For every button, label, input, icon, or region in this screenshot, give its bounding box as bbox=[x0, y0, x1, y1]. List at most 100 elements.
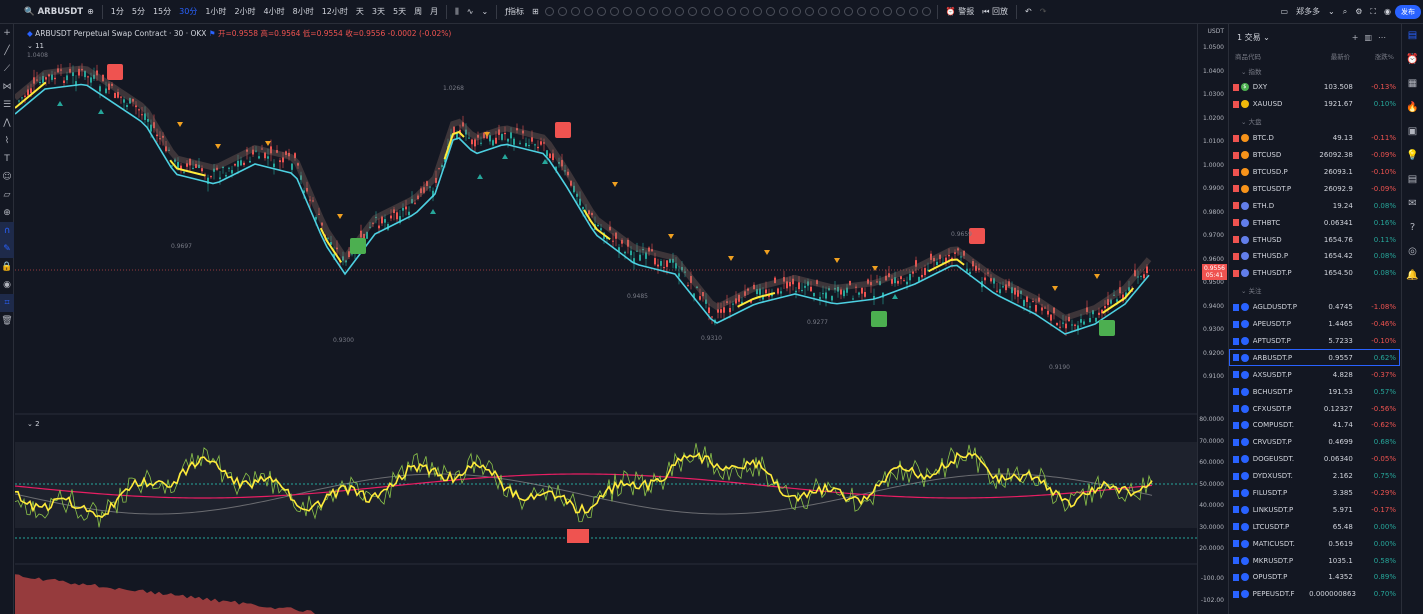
lock-icon[interactable]: 🔒 bbox=[0, 258, 14, 276]
hotlist-icon[interactable]: 🔥 bbox=[1402, 96, 1423, 120]
stream-icon[interactable]: ◎ bbox=[1402, 240, 1423, 264]
interval-11[interactable]: 5天 bbox=[389, 6, 410, 17]
ruler-icon[interactable]: ▱ bbox=[0, 186, 14, 204]
watchlist-row[interactable]: ETH.D 19.24 0.08% bbox=[1229, 197, 1400, 214]
watchlist-section[interactable]: ⌄ 大盘 bbox=[1229, 113, 1400, 130]
watchlist-row[interactable]: LTCUSDT.P 65.48 0.00% bbox=[1229, 518, 1400, 535]
interval-1[interactable]: 5分 bbox=[128, 6, 149, 17]
layout-window-icon[interactable]: ▭ bbox=[1276, 7, 1292, 16]
crosshair-icon[interactable]: + bbox=[0, 24, 14, 42]
interval-4[interactable]: 1小时 bbox=[201, 6, 230, 17]
watchlist-row[interactable]: ETHUSD 1654.76 0.11% bbox=[1229, 231, 1400, 248]
watchlist-title[interactable]: 1 交易 ⌄ bbox=[1237, 32, 1270, 43]
replay-button[interactable]: ⏮ 回放 bbox=[978, 6, 1012, 17]
watchlist-row[interactable]: XAUUSD 1921.67 0.10% bbox=[1229, 96, 1400, 113]
watchlist-row[interactable]: OPUSDT.P 1.4352 0.89% bbox=[1229, 569, 1400, 586]
interval-10[interactable]: 3天 bbox=[368, 6, 389, 17]
watchlist-row[interactable]: BTCUSD.P 26093.1 -0.10% bbox=[1229, 164, 1400, 181]
watchlist-row[interactable]: APEUSDT.P 1.4465 -0.46% bbox=[1229, 316, 1400, 333]
layout-icon[interactable]: ⊞ bbox=[528, 7, 543, 16]
watchlist-row[interactable]: AGLDUSDT.P 0.4745 -1.08% bbox=[1229, 299, 1400, 316]
symbol-search[interactable]: 🔍 ARBUSDT bbox=[0, 7, 83, 17]
line-icon[interactable]: ∿ bbox=[463, 7, 478, 16]
user-menu[interactable]: 郑多多 bbox=[1292, 6, 1324, 17]
emoji-icon[interactable]: ☺ bbox=[0, 168, 14, 186]
interval-7[interactable]: 8小时 bbox=[289, 6, 318, 17]
interval-12[interactable]: 周 bbox=[410, 6, 426, 17]
chevron-down-icon[interactable]: ⌄ bbox=[1324, 7, 1339, 16]
watchlist-row[interactable]: COMPUSDT. 41.74 -0.62% bbox=[1229, 417, 1400, 434]
eye-icon[interactable]: ◉ bbox=[0, 276, 14, 294]
zoom-icon[interactable]: ⊕ bbox=[0, 204, 14, 222]
interval-0[interactable]: 1分 bbox=[107, 6, 128, 17]
gear-icon[interactable]: ⚙ bbox=[1351, 7, 1366, 16]
interval-6[interactable]: 4小时 bbox=[260, 6, 289, 17]
watchlist-row[interactable]: ETHUSD.P 1654.42 0.08% bbox=[1229, 248, 1400, 265]
chevron-down-icon[interactable]: ⌄ bbox=[477, 7, 492, 16]
publish-button[interactable]: 发布 bbox=[1395, 4, 1421, 19]
brush-icon[interactable]: ⌇ bbox=[0, 132, 14, 150]
fib-icon[interactable]: ☰ bbox=[0, 96, 14, 114]
watchlist-row[interactable]: BTC.D 49.13 -0.11% bbox=[1229, 130, 1400, 147]
add-compare-icon[interactable]: ⊕ bbox=[83, 7, 98, 16]
watchlist-row[interactable]: ARBUSDT.P 0.9557 0.62% bbox=[1229, 349, 1400, 367]
news-icon[interactable]: ▤ bbox=[1402, 168, 1423, 192]
more-icon[interactable]: ⋯ bbox=[1378, 33, 1392, 42]
datawindow-icon[interactable]: ▦ bbox=[1402, 72, 1423, 96]
tree-icon[interactable]: ⌗ bbox=[0, 294, 14, 312]
watchlist-row[interactable]: BTCUSD 26092.38 -0.09% bbox=[1229, 147, 1400, 164]
watchlist-row[interactable]: MKRUSDT.P 1035.1 0.58% bbox=[1229, 552, 1400, 569]
watchlist-row[interactable]: FILUSDT.P 3.385 -0.29% bbox=[1229, 485, 1400, 502]
help-icon[interactable]: ? bbox=[1402, 216, 1423, 240]
undo-icon[interactable]: ↶ bbox=[1021, 7, 1036, 16]
chart-canvas[interactable]: 1.0408 1.0268 0.9697 0.9300 0.9485 0.9310 0.92… bbox=[15, 24, 1197, 614]
watchlist-row[interactable]: MATICUSDT. 0.5619 0.00% bbox=[1229, 535, 1400, 552]
watchlist-row[interactable]: $ DXY 103.508 -0.13% bbox=[1229, 79, 1400, 96]
col-symbol[interactable]: 商品代码 bbox=[1235, 51, 1307, 61]
watchlist-row[interactable]: BCHUSDT.P 191.53 0.57% bbox=[1229, 383, 1400, 400]
watchlist-row[interactable]: LINKUSDT.P 5.971 -0.17% bbox=[1229, 501, 1400, 518]
interval-8[interactable]: 12小时 bbox=[318, 6, 352, 17]
interval-5[interactable]: 2小时 bbox=[230, 6, 259, 17]
alert-button[interactable]: ⏰ 警报 bbox=[942, 6, 979, 17]
price-axis[interactable]: USDT 1.0500 1.0400 1.0300 1.0200 1.0100 1.000… bbox=[1197, 24, 1227, 614]
indicators-button[interactable]: ƒ指标 bbox=[501, 6, 528, 17]
alerts-icon[interactable]: ⏰ bbox=[1402, 48, 1423, 72]
col-last[interactable]: 最新价 bbox=[1307, 51, 1351, 61]
plus-icon[interactable]: + bbox=[1352, 33, 1365, 42]
watchlist-section[interactable]: ⌄ 关注 bbox=[1229, 282, 1400, 299]
fullscreen-icon[interactable]: ⛶ bbox=[1366, 7, 1380, 17]
chat-icon[interactable]: ✉ bbox=[1402, 192, 1423, 216]
trendline-icon[interactable]: ╱ bbox=[0, 42, 14, 60]
ideas-icon[interactable]: 💡 bbox=[1402, 144, 1423, 168]
watchlist-row[interactable]: CFXUSDT.P 0.12327 -0.56% bbox=[1229, 400, 1400, 417]
watchlist-row[interactable]: DOGEUSDT. 0.06340 -0.05% bbox=[1229, 451, 1400, 468]
layout-icon[interactable]: ▥ bbox=[1364, 33, 1378, 42]
watchlist-row[interactable]: APTUSDT.P 5.7233 -0.10% bbox=[1229, 333, 1400, 350]
watchlist-row[interactable]: PEPEUSDT.F 0.000000863 0.70% bbox=[1229, 586, 1400, 603]
interval-2[interactable]: 15分 bbox=[149, 6, 175, 17]
watchlist-row[interactable]: CRVUSDT.P 0.4699 0.68% bbox=[1229, 434, 1400, 451]
watchlist-row[interactable]: ETHUSDT.P 1654.50 0.08% bbox=[1229, 265, 1400, 282]
watchlist-row[interactable]: BTCUSDT.P 26092.9 -0.09% bbox=[1229, 180, 1400, 197]
trash-icon[interactable]: 🗑 bbox=[0, 312, 14, 330]
interval-9[interactable]: 天 bbox=[352, 6, 368, 17]
candles-icon[interactable]: ⫼ bbox=[451, 7, 463, 17]
pane2-indicator-toggle[interactable]: ⌄ 2 bbox=[27, 420, 40, 428]
camera-icon[interactable]: ◉ bbox=[1380, 7, 1395, 16]
watchlist-row[interactable]: ETHBTC 0.06341 0.16% bbox=[1229, 214, 1400, 231]
watchlist-section[interactable]: ⌄ 指数 bbox=[1229, 62, 1400, 79]
ray-icon[interactable]: ⟋ bbox=[0, 60, 14, 78]
chart-area[interactable]: 1.0408 1.0268 0.9697 0.9300 0.9485 0.9310 0.92… bbox=[15, 24, 1197, 614]
watchlist-icon[interactable]: ▤ bbox=[1402, 24, 1423, 48]
magnet-icon[interactable]: ∩ bbox=[0, 222, 14, 240]
stay-drawing-icon[interactable]: ✎ bbox=[0, 240, 14, 258]
interval-13[interactable]: 月 bbox=[426, 6, 442, 17]
watchlist-row[interactable]: DYDXUSDT. 2.162 0.75% bbox=[1229, 468, 1400, 485]
col-change[interactable]: 涨跌% bbox=[1350, 51, 1394, 61]
text-icon[interactable]: T bbox=[0, 150, 14, 168]
interval-3[interactable]: 30分 bbox=[175, 6, 201, 17]
watchlist-row[interactable]: AXSUSDT.P 4.828 -0.37% bbox=[1229, 366, 1400, 383]
pitchfork-icon[interactable]: ⋈ bbox=[0, 78, 14, 96]
redo-icon[interactable]: ↷ bbox=[1036, 7, 1051, 16]
